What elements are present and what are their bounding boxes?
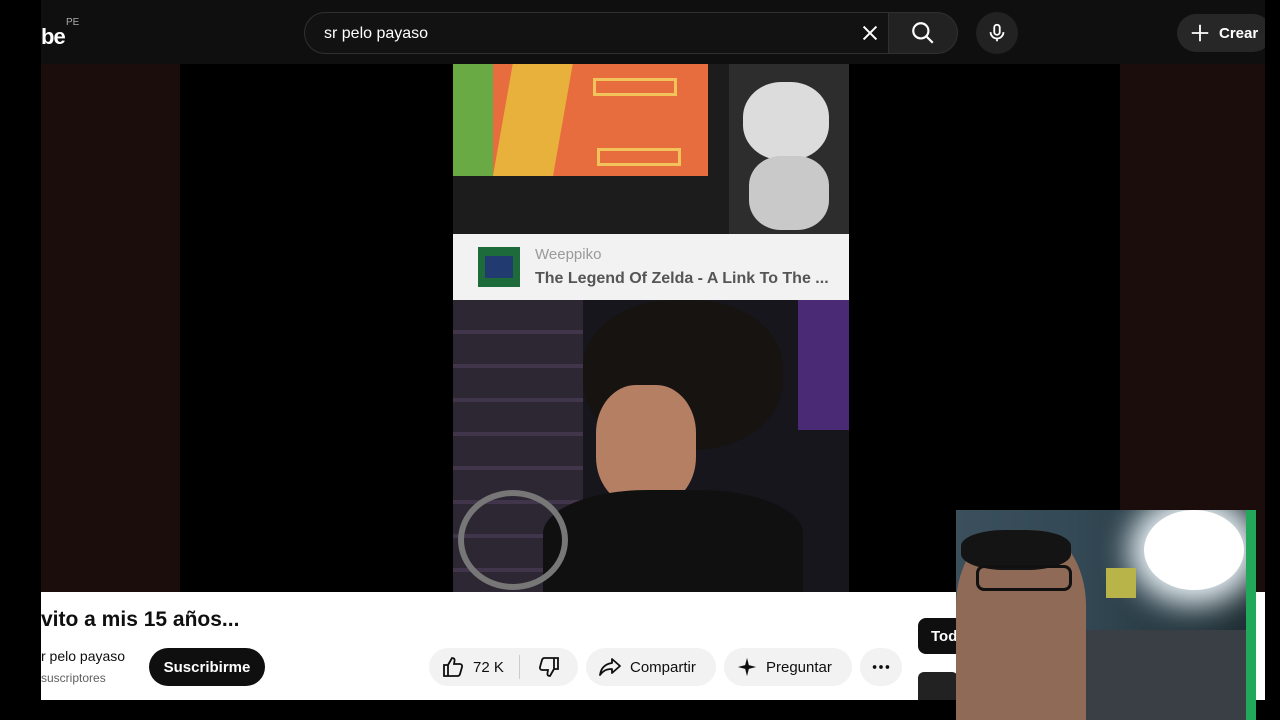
mic-icon bbox=[989, 23, 1005, 42]
top-bar: be PE Crear bbox=[41, 4, 1265, 64]
webcam-person bbox=[956, 530, 1086, 720]
workbench bbox=[1086, 630, 1256, 720]
share-button[interactable]: Compartir bbox=[586, 648, 716, 686]
close-icon bbox=[862, 25, 878, 41]
like-dislike-group: 72 K bbox=[429, 648, 578, 686]
search-box bbox=[304, 12, 889, 54]
like-count: 72 K bbox=[473, 658, 504, 676]
share-label: Compartir bbox=[630, 658, 696, 676]
video-frame[interactable]: Weeppiko The Legend Of Zelda - A Link To… bbox=[453, 64, 849, 592]
video-info: vito a mis 15 años... r pelo payaso susc… bbox=[41, 592, 917, 700]
dislike-icon bbox=[538, 657, 559, 677]
lamp-light bbox=[1144, 510, 1244, 590]
related-video-thumbnail[interactable] bbox=[918, 672, 958, 700]
ask-button[interactable]: Preguntar bbox=[724, 648, 852, 686]
search-input[interactable] bbox=[322, 22, 846, 46]
create-label: Crear bbox=[1219, 24, 1259, 42]
like-button[interactable]: 72 K bbox=[429, 648, 519, 686]
subscriber-count: suscriptores bbox=[41, 671, 106, 685]
video-music-card: Weeppiko The Legend Of Zelda - A Link To… bbox=[453, 234, 849, 300]
search-button[interactable] bbox=[888, 12, 958, 54]
logo-text: be bbox=[41, 24, 66, 49]
video-drawer-graphic bbox=[453, 64, 708, 176]
more-icon bbox=[872, 665, 890, 669]
video-streamer-scene bbox=[453, 300, 849, 592]
channel-name[interactable]: r pelo payaso bbox=[41, 648, 125, 664]
dislike-button[interactable] bbox=[520, 648, 578, 686]
voice-search-button[interactable] bbox=[976, 12, 1018, 54]
like-icon bbox=[443, 657, 464, 677]
webcam-overlay bbox=[956, 510, 1256, 720]
subscribe-button[interactable]: Suscribirme bbox=[149, 648, 265, 686]
more-actions-button[interactable] bbox=[860, 648, 902, 686]
video-title: vito a mis 15 años... bbox=[41, 608, 240, 631]
plus-icon bbox=[1191, 24, 1209, 42]
logo[interactable]: be PE bbox=[41, 17, 79, 50]
search-icon bbox=[912, 22, 934, 44]
video-teddy-bear bbox=[729, 64, 849, 234]
ask-label: Preguntar bbox=[766, 658, 832, 676]
sparkle-icon bbox=[737, 657, 757, 677]
share-icon bbox=[599, 658, 621, 676]
clear-search-button[interactable] bbox=[852, 15, 888, 51]
create-button[interactable]: Crear bbox=[1177, 14, 1265, 52]
country-code: PE bbox=[66, 17, 80, 28]
music-card-channel: Weeppiko bbox=[535, 246, 602, 263]
music-thumbnail bbox=[478, 247, 520, 287]
music-card-title: The Legend Of Zelda - A Link To The ... bbox=[535, 270, 829, 287]
